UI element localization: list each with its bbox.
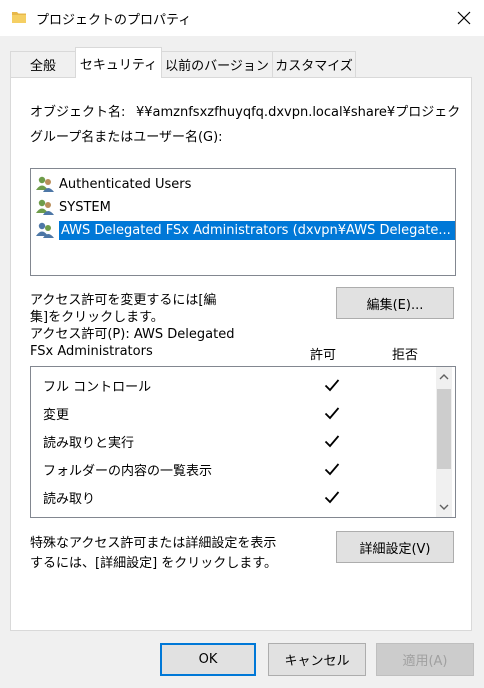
- permission-name: フォルダーの内容の一覧表示: [43, 463, 213, 479]
- tab-previous-versions[interactable]: 以前のバージョン: [161, 51, 273, 77]
- checkmark-icon: [324, 407, 340, 420]
- scroll-up-icon[interactable]: [438, 372, 450, 382]
- tab-general[interactable]: 全般: [10, 51, 76, 77]
- scrollbar-thumb[interactable]: [437, 389, 451, 469]
- edit-button[interactable]: 編集(E)...: [336, 287, 454, 319]
- folder-icon: [12, 12, 26, 23]
- users-icon: [36, 222, 54, 238]
- list-item[interactable]: Authenticated Users: [35, 173, 455, 195]
- ok-button[interactable]: OK: [160, 643, 256, 676]
- permissions-label-line2: FSx Administrators: [30, 344, 153, 359]
- deny-header: 拒否: [392, 348, 419, 363]
- permission-row: フル コントロール: [43, 371, 340, 399]
- allow-header: 許可: [310, 348, 337, 363]
- object-name-label: オブジェクト名:: [30, 105, 126, 120]
- permission-name: 変更: [43, 407, 70, 423]
- permission-name: 読み取り: [43, 491, 96, 507]
- tab-security[interactable]: セキュリティ: [75, 47, 162, 78]
- close-button[interactable]: [444, 0, 484, 36]
- principals-listbox[interactable]: Authenticated Users SYSTEM AWS Delegated…: [30, 168, 456, 276]
- checkmark-icon: [324, 491, 340, 504]
- advanced-hint-line2: するには、[詳細設定] をクリックします。: [30, 556, 277, 571]
- window-title: プロジェクトのプロパティ: [36, 13, 192, 28]
- permission-row: フォルダーの内容の一覧表示: [43, 455, 340, 483]
- permissions-label-line1: アクセス許可(P): AWS Delegated: [30, 327, 235, 342]
- checkmark-icon: [324, 379, 340, 392]
- users-icon: [36, 199, 54, 215]
- apply-button[interactable]: 適用(A): [376, 643, 474, 676]
- scroll-down-icon[interactable]: [438, 502, 450, 512]
- cancel-button[interactable]: キャンセル: [268, 643, 366, 676]
- principal-name: AWS Delegated FSx Administrators (dxvpn¥…: [59, 220, 455, 240]
- permission-row: 読み取り: [43, 483, 340, 511]
- permission-row: 変更: [43, 399, 340, 427]
- checkmark-icon: [324, 463, 340, 476]
- checkmark-icon: [324, 435, 340, 448]
- permission-row: 読み取りと実行: [43, 427, 340, 455]
- group-or-user-label: グループ名またはユーザー名(G):: [30, 130, 223, 145]
- permissions-listbox[interactable]: フル コントロール 変更 読み取りと実行 フォルダーの内容の一覧表示 読み取り: [30, 366, 456, 518]
- advanced-button[interactable]: 詳細設定(V): [336, 531, 454, 563]
- tab-customize[interactable]: カスタマイズ: [272, 51, 356, 77]
- permission-name: フル コントロール: [43, 379, 152, 395]
- list-item[interactable]: SYSTEM: [35, 196, 455, 218]
- close-icon[interactable]: [457, 11, 471, 25]
- principal-name: Authenticated Users: [59, 176, 192, 192]
- users-icon: [36, 176, 54, 192]
- object-name-value: ¥¥amznfsxzfhuyqfq.dxvpn.local¥share¥プロジェ…: [136, 105, 460, 120]
- list-item-selected[interactable]: AWS Delegated FSx Administrators (dxvpn¥…: [35, 219, 455, 241]
- principal-name: SYSTEM: [59, 199, 111, 215]
- permission-name: 読み取りと実行: [43, 435, 135, 451]
- advanced-hint-line1: 特殊なアクセス許可または詳細設定を表示: [30, 536, 277, 551]
